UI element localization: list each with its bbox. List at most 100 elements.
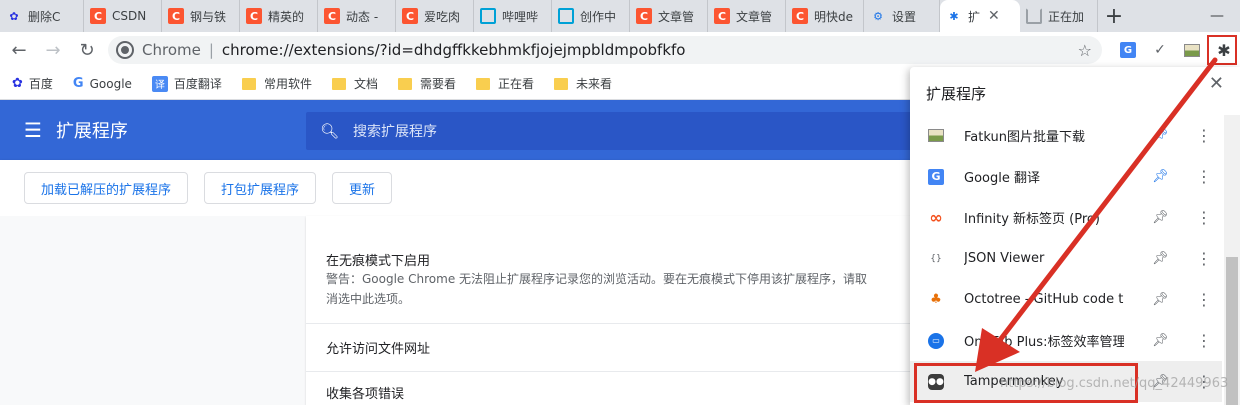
extensions-popup: 扩展程序 ✕ Fatkun图片批量下载 📌︎ ⋮ G Google 翻译 📌︎ …	[910, 67, 1240, 405]
tab-label: 哔哩哔	[502, 9, 539, 24]
setting-label: 允许访问文件网址	[326, 342, 431, 357]
new-tab-button[interactable]: +	[1098, 0, 1130, 32]
tab-10[interactable]: C 文章管	[708, 0, 786, 32]
tab-7[interactable]: 哔哩哔	[474, 0, 552, 32]
extension-name: Fatkun图片批量下载	[964, 130, 1085, 145]
tab-1[interactable]: ✿ 删除C	[0, 0, 84, 32]
chrome-icon	[118, 43, 132, 57]
more-options-icon[interactable]: ⋮	[1196, 249, 1212, 268]
more-options-icon[interactable]: ⋮	[1196, 167, 1212, 186]
pin-icon[interactable]: 📌︎	[1152, 210, 1169, 225]
csdn-icon: C	[246, 8, 262, 24]
load-unpacked-button[interactable]: 加载已解压的扩展程序	[24, 172, 189, 204]
url-separator: |	[208, 41, 214, 59]
bookmark-folder[interactable]: 需要看	[397, 75, 456, 92]
json-icon: {}	[930, 253, 942, 264]
bookmark-folder[interactable]: 未来看	[554, 75, 612, 92]
pin-icon[interactable]: 📌︎	[1152, 292, 1169, 307]
update-button[interactable]: 更新	[332, 172, 393, 204]
search-icon: 🔍︎	[320, 122, 340, 140]
pin-icon[interactable]: 📌︎	[1152, 128, 1169, 143]
tab-11[interactable]: C 明快de	[786, 0, 864, 32]
bookmark-baidu[interactable]: ✿ 百度	[12, 75, 53, 92]
folder-icon	[397, 77, 412, 90]
extension-detail-card: 在无痕模式下启用 警告：Google Chrome 无法阻止扩展程序记录您的浏览…	[306, 216, 916, 405]
tab-label: 文章管	[658, 9, 695, 24]
loading-icon	[1026, 8, 1042, 24]
bookmark-label: Google	[89, 76, 132, 91]
pack-extension-button[interactable]: 打包扩展程序	[204, 172, 317, 204]
tab-9[interactable]: C 文章管	[630, 0, 708, 32]
bookmark-folder[interactable]: 文档	[331, 75, 378, 92]
tab-label: 扩	[968, 9, 981, 24]
collect-errors-row[interactable]: 收集各项错误	[306, 372, 916, 405]
tab-8[interactable]: 创作中	[552, 0, 630, 32]
bookmark-label: 正在看	[497, 77, 534, 91]
tab-label: 创作中	[580, 9, 617, 24]
baidu-paw-icon: ✿	[12, 76, 23, 91]
tab-14[interactable]: 正在加	[1020, 0, 1098, 32]
csdn-icon: C	[402, 8, 418, 24]
csdn-icon: C	[636, 8, 652, 24]
extension-name: Google 翻译	[964, 171, 1040, 186]
menu-icon[interactable]: ☰	[24, 118, 42, 142]
tab-6[interactable]: C 爱吃肉	[396, 0, 474, 32]
pin-icon[interactable]: 📌︎	[1152, 251, 1169, 266]
csdn-icon: C	[168, 8, 184, 24]
more-options-icon[interactable]: ⋮	[1196, 126, 1212, 145]
bookmark-fanyi[interactable]: 译百度翻译	[151, 75, 222, 92]
more-options-icon[interactable]: ⋮	[1196, 208, 1212, 227]
extension-item-fatkun[interactable]: Fatkun图片批量下载 📌︎ ⋮	[910, 115, 1222, 156]
tab-2[interactable]: C CSDN	[84, 0, 162, 32]
gear-icon: ⚙	[873, 9, 883, 23]
check-ext-button[interactable]: ✓	[1144, 34, 1176, 66]
extension-item-octotree[interactable]: ♣ Octotree - GitHub code tr... 📌︎ ⋮	[910, 279, 1222, 320]
onetab-icon: ▭	[928, 332, 944, 349]
back-button[interactable]: ←	[4, 35, 34, 65]
pin-icon[interactable]: 📌︎	[1152, 333, 1169, 348]
popup-title: 扩展程序	[926, 85, 987, 103]
tab-3[interactable]: C 钢与铁	[162, 0, 240, 32]
address-bar[interactable]: Chrome | chrome://extensions/?id=dhdgffk…	[108, 36, 1102, 64]
fatkun-ext-button[interactable]	[1176, 34, 1208, 66]
forward-button[interactable]: →	[38, 35, 68, 65]
page-title: 扩展程序	[55, 121, 128, 142]
extension-item-infinity[interactable]: ∞ Infinity 新标签页 (Pro) 📌︎ ⋮	[910, 197, 1222, 238]
google-translate-ext-button[interactable]: G	[1112, 34, 1144, 66]
bookmark-google[interactable]: G Google	[73, 76, 132, 91]
google-translate-icon: G	[928, 168, 944, 185]
bookmark-folder[interactable]: 常用软件	[241, 75, 312, 92]
bookmark-label: 百度翻译	[173, 77, 222, 91]
tab-12[interactable]: ⚙ 设置	[864, 0, 940, 32]
setting-description: 消选中此选项。	[326, 292, 411, 306]
setting-description: 警告：Google Chrome 无法阻止扩展程序记录您的浏览活动。要在无痕模式…	[326, 272, 868, 286]
close-icon[interactable]: ✕	[1209, 73, 1224, 94]
extension-item-google-translate[interactable]: G Google 翻译 📌︎ ⋮	[910, 156, 1222, 197]
bookmark-label: 常用软件	[263, 77, 312, 91]
reload-button[interactable]: ↻	[72, 35, 102, 65]
incognito-row[interactable]: 在无痕模式下启用 警告：Google Chrome 无法阻止扩展程序记录您的浏览…	[306, 216, 916, 324]
tab-5[interactable]: C 动态 -	[318, 0, 396, 32]
csdn-icon: C	[714, 8, 730, 24]
baidu-translate-icon: 译	[151, 75, 168, 92]
tab-label: CSDN	[112, 9, 147, 23]
tab-extensions-active[interactable]: ✱ 扩 ✕	[940, 0, 1020, 32]
image-icon	[928, 128, 944, 144]
infinity-icon: ∞	[929, 208, 943, 227]
close-icon[interactable]: ✕	[988, 8, 1000, 24]
bookmark-label: 文档	[353, 77, 378, 91]
google-translate-icon: G	[1120, 42, 1136, 58]
bookmark-folder[interactable]: 正在看	[475, 75, 534, 92]
file-url-row[interactable]: 允许访问文件网址	[306, 324, 916, 372]
more-options-icon[interactable]: ⋮	[1196, 331, 1212, 350]
tab-4[interactable]: C 精英的	[240, 0, 318, 32]
folder-icon	[475, 77, 490, 90]
extension-item-onetab[interactable]: ▭ OneTab Plus:标签效率管理... 📌︎ ⋮	[910, 320, 1222, 361]
more-options-icon[interactable]: ⋮	[1196, 290, 1212, 309]
url-text[interactable]: chrome://extensions/?id=dhdgffkkebhmkfjo…	[222, 41, 686, 59]
extension-item-json-viewer[interactable]: {} JSON Viewer 📌︎ ⋮	[910, 238, 1222, 279]
pin-icon[interactable]: 📌︎	[1152, 169, 1169, 184]
minimize-button[interactable]: —	[1194, 8, 1240, 24]
bookmark-star-icon[interactable]: ☆	[1078, 41, 1092, 60]
octotree-icon: ♣	[930, 292, 942, 307]
